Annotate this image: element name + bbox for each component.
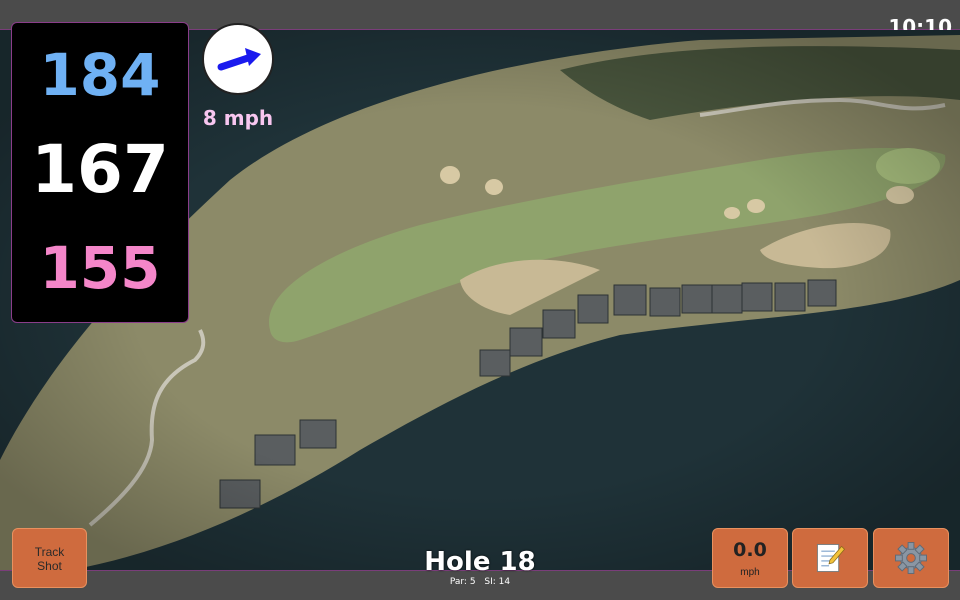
speed-button[interactable]: 0.0 mph — [712, 528, 788, 588]
speed-unit: mph — [740, 567, 760, 578]
hole-par: Par: 5 — [449, 577, 476, 587]
hole-title: Hole 18 — [424, 547, 536, 577]
settings-button[interactable] — [873, 528, 949, 588]
wind-arrow-icon — [217, 48, 261, 71]
gear-icon — [895, 542, 927, 574]
track-shot-label-line2: Shot — [37, 559, 62, 573]
back-of-green-distance: 184 — [39, 41, 161, 109]
track-shot-label-line1: Track — [34, 545, 65, 559]
hole-stroke-index: SI: 14 — [484, 577, 511, 587]
front-of-green-distance: 155 — [39, 234, 161, 302]
distance-panel: 184 167 155 — [11, 22, 189, 323]
notes-button[interactable] — [792, 528, 868, 588]
speed-value: 0.0 — [733, 539, 767, 561]
track-shot-button[interactable]: Track Shot — [12, 528, 87, 588]
notepad-icon — [816, 543, 846, 573]
middle-of-green-distance: 167 — [31, 131, 169, 208]
hole-details: Par: 5 SI: 14 — [380, 577, 580, 587]
wind-speed: 8 mph — [202, 106, 274, 130]
wind-indicator — [202, 23, 274, 95]
